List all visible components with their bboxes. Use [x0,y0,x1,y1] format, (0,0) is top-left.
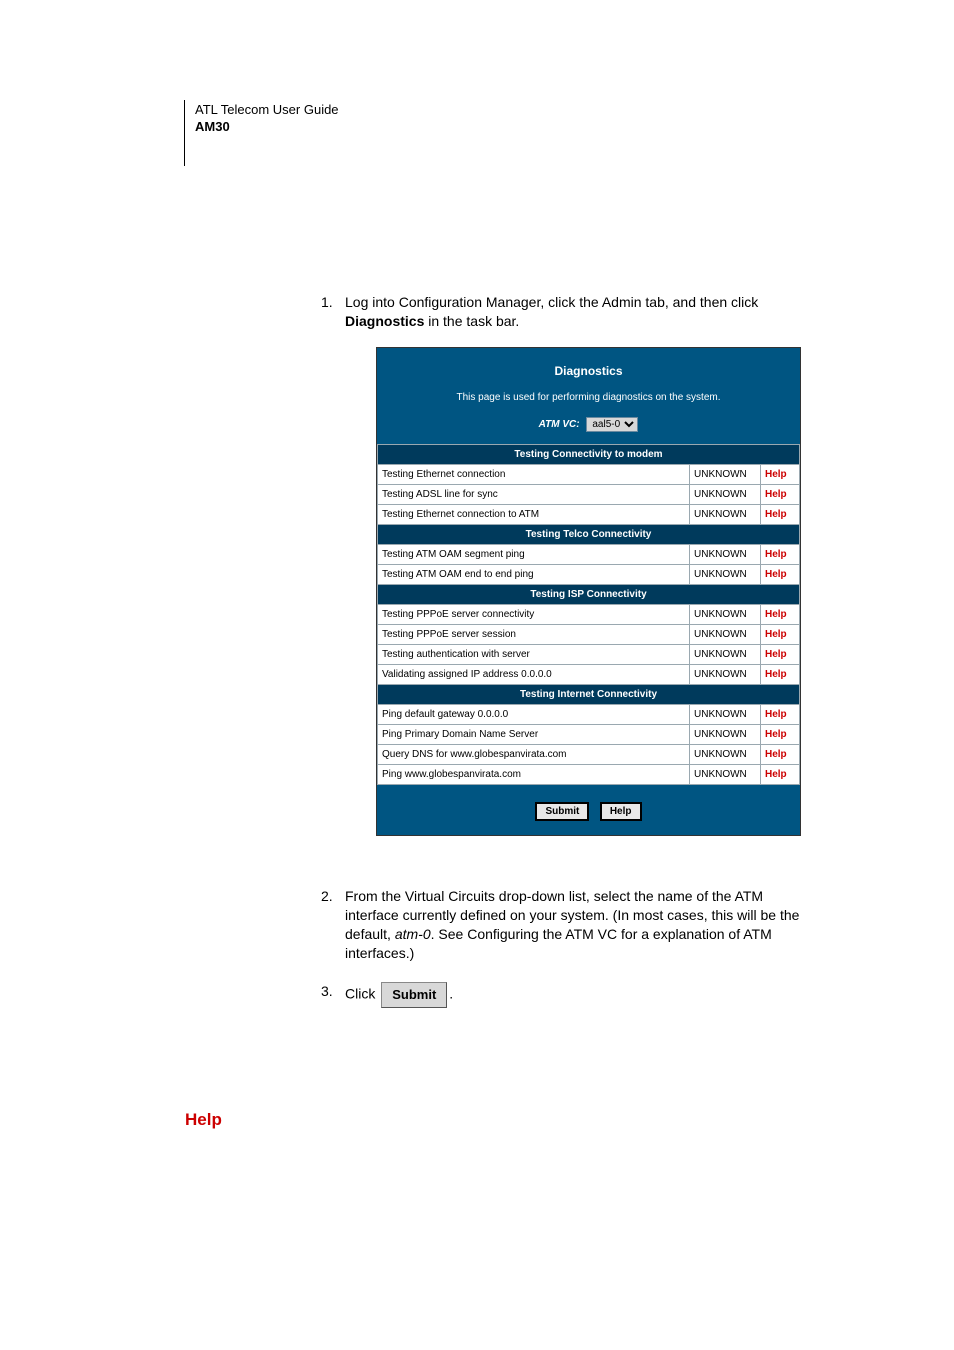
help-cell: Help [761,565,800,585]
step-3-number: 3. [321,982,333,1001]
test-name: Testing PPPoE server session [378,625,690,645]
help-link[interactable]: Help [765,729,787,740]
atm-vc-label: ATM VC: [539,419,580,430]
table-row: Testing PPPoE server sessionUNKNOWN Help [378,625,800,645]
submit-inline-button[interactable]: Submit [381,982,447,1008]
section-header: Testing ISP Connectivity [378,585,800,605]
help-cell: Help [761,765,800,785]
help-link[interactable]: Help [765,769,787,780]
table-row: Validating assigned IP address 0.0.0.0UN… [378,665,800,685]
section-header: Testing Internet Connectivity [378,685,800,705]
test-name: Testing PPPoE server connectivity [378,605,690,625]
help-link[interactable]: Help [765,649,787,660]
table-row: Ping Primary Domain Name ServerUNKNOWN He… [378,725,800,745]
table-row: Testing authentication with serverUNKNOW… [378,645,800,665]
help-cell: Help [761,645,800,665]
test-name: Testing ATM OAM end to end ping [378,565,690,585]
table-row: Testing ATM OAM segment pingUNKNOWN Help [378,545,800,565]
test-status: UNKNOWN [690,665,761,685]
help-link[interactable]: Help [765,749,787,760]
table-row: Testing Ethernet connection to ATMUNKNOW… [378,505,800,525]
step-1-text-bold: Diagnostics [345,313,424,329]
help-cell: Help [761,545,800,565]
step-3-text-pre: Click [345,985,379,1001]
help-heading: Help [185,1110,222,1130]
step-1-text-pre: Log into Configuration Manager, click th… [345,294,758,310]
atm-vc-row: ATM VC: aal5-0 [385,417,792,432]
help-cell: Help [761,505,800,525]
step-1: 1. Log into Configuration Manager, click… [345,293,800,331]
section-header: Testing Connectivity to modem [378,445,800,465]
test-status: UNKNOWN [690,745,761,765]
help-link[interactable]: Help [765,609,787,620]
panel-title: Diagnostics [385,364,792,378]
help-link[interactable]: Help [765,669,787,680]
help-link[interactable]: Help [765,629,787,640]
doc-model: AM30 [195,119,339,136]
step-1-text-post: in the task bar. [424,313,519,329]
diagnostics-panel: Diagnostics This page is used for perfor… [376,347,801,836]
test-name: Ping www.globespanvirata.com [378,765,690,785]
test-status: UNKNOWN [690,725,761,745]
test-status: UNKNOWN [690,565,761,585]
doc-header: ATL Telecom User Guide AM30 [184,100,339,166]
help-cell: Help [761,705,800,725]
table-row: Testing ATM OAM end to end pingUNKNOWN He… [378,565,800,585]
test-name: Testing Ethernet connection [378,465,690,485]
table-row: Query DNS for www.globespanvirata.comUNK… [378,745,800,765]
help-link[interactable]: Help [765,569,787,580]
test-name: Validating assigned IP address 0.0.0.0 [378,665,690,685]
section-header: Testing Telco Connectivity [378,525,800,545]
panel-description: This page is used for performing diagnos… [385,392,792,403]
test-status: UNKNOWN [690,705,761,725]
help-link[interactable]: Help [765,509,787,520]
test-status: UNKNOWN [690,485,761,505]
test-name: Query DNS for www.globespanvirata.com [378,745,690,765]
step-2-number: 2. [321,887,333,906]
table-row: Testing ADSL line for syncUNKNOWN Help [378,485,800,505]
help-cell: Help [761,605,800,625]
step-2-text-italic: atm-0 [395,926,431,942]
table-row: Ping www.globespanvirata.comUNKNOWN Help [378,765,800,785]
table-row: Testing PPPoE server connectivityUNKNOWN… [378,605,800,625]
help-button[interactable]: Help [600,802,642,821]
doc-title: ATL Telecom User Guide [195,102,339,119]
test-status: UNKNOWN [690,605,761,625]
test-name: Testing ATM OAM segment ping [378,545,690,565]
test-name: Testing ADSL line for sync [378,485,690,505]
test-status: UNKNOWN [690,505,761,525]
test-status: UNKNOWN [690,645,761,665]
test-name: Testing Ethernet connection to ATM [378,505,690,525]
step-2: 2. From the Virtual Circuits drop-down l… [345,887,800,963]
test-status: UNKNOWN [690,625,761,645]
help-link[interactable]: Help [765,469,787,480]
step-3-text-post: . [449,985,453,1001]
help-link[interactable]: Help [765,549,787,560]
help-cell: Help [761,625,800,645]
test-name: Ping default gateway 0.0.0.0 [378,705,690,725]
step-3: 3. Click Submit. [345,982,800,1008]
help-cell: Help [761,485,800,505]
atm-vc-select[interactable]: aal5-0 [586,417,638,432]
help-link[interactable]: Help [765,709,787,720]
table-row: Ping default gateway 0.0.0.0UNKNOWN Help [378,705,800,725]
help-link[interactable]: Help [765,489,787,500]
table-row: Testing Ethernet connectionUNKNOWN Help [378,465,800,485]
diagnostics-table: Testing Connectivity to modemTesting Eth… [377,444,800,785]
panel-footer: Submit Help [377,785,800,835]
test-name: Ping Primary Domain Name Server [378,725,690,745]
help-cell: Help [761,465,800,485]
step-1-number: 1. [321,293,333,312]
test-status: UNKNOWN [690,545,761,565]
panel-header: Diagnostics This page is used for perfor… [377,348,800,444]
test-status: UNKNOWN [690,765,761,785]
help-cell: Help [761,665,800,685]
help-cell: Help [761,725,800,745]
submit-button[interactable]: Submit [535,802,589,821]
help-cell: Help [761,745,800,765]
test-name: Testing authentication with server [378,645,690,665]
test-status: UNKNOWN [690,465,761,485]
